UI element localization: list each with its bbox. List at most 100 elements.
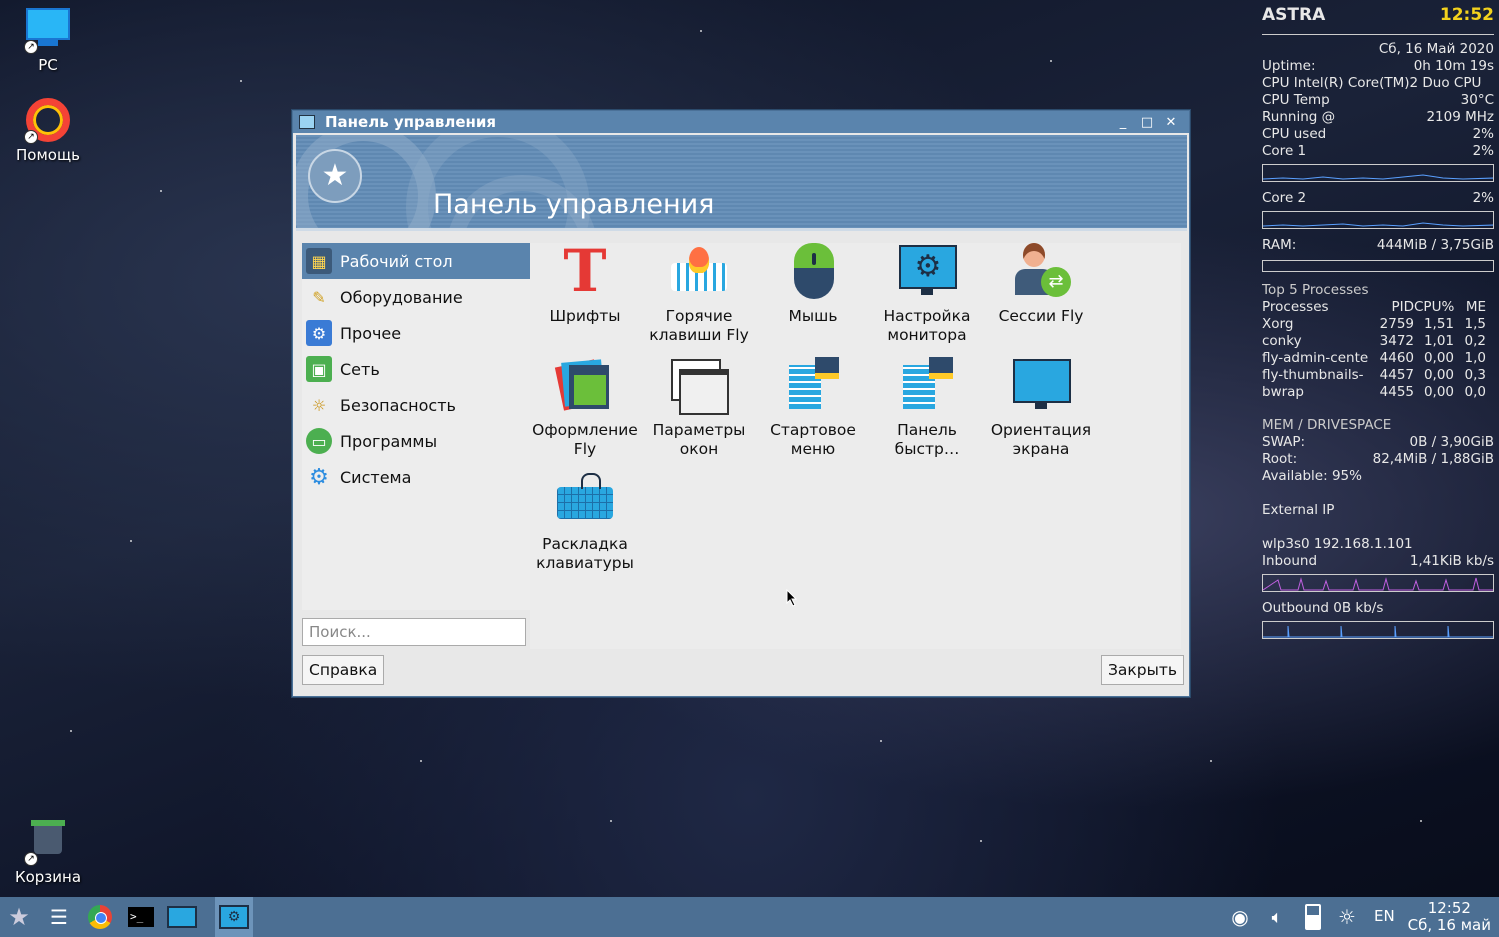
conky-row: Inbound 1,41KiB kb/s — [1262, 553, 1494, 569]
network-status-icon[interactable]: ◉ — [1223, 901, 1257, 933]
applet-label: Горячие клавиши Fly — [649, 307, 749, 344]
control-panel-icon — [299, 115, 315, 129]
applet-label: Сессии Fly — [998, 307, 1084, 325]
sidebar-item-system[interactable]: ⚙ Система — [302, 459, 530, 495]
maximize-icon[interactable]: □ — [1135, 115, 1159, 130]
conky-row: Core 1 2% — [1262, 143, 1494, 159]
conky-row: CPU used 2% — [1262, 126, 1494, 142]
applet-fonts[interactable]: T Шрифты — [529, 242, 641, 326]
file-manager-icon[interactable]: ☰ — [42, 901, 76, 933]
proc-row: Xorg 2759 1,51 1,5 — [1262, 316, 1486, 332]
system-icon: ⚙ — [309, 464, 329, 490]
conky-row: Uptime: 0h 10m 19s — [1262, 58, 1494, 74]
applet-sessions[interactable]: ⇄ Сессии Fly — [985, 243, 1097, 326]
start-menu-star-icon[interactable]: ★ — [2, 901, 36, 933]
conky-row: RAM: 444MiB / 3,75GiB — [1262, 237, 1494, 253]
conky-row: CPU Temp 30°C — [1262, 92, 1494, 108]
applet-label: Раскладка клавиатуры — [536, 535, 634, 572]
conky-row: SWAP: 0B / 3,90GiB — [1262, 434, 1494, 450]
applet-label: Параметры окон — [652, 421, 746, 458]
programs-icon: ▭ — [306, 428, 332, 454]
network-icon: ▣ — [306, 356, 332, 382]
clock-date: Сб, 16 май — [1407, 916, 1491, 934]
category-sidebar: ▦ Рабочий стол ✎ Оборудование ⚙ Прочее ▣ Сет… — [302, 243, 530, 610]
taskbar: ★ ☰ >_ ⚙ ◉ 🔈︎ ☼ EN 12:52 Сб, 16 май — [0, 897, 1499, 937]
volume-icon[interactable]: 🔈︎ — [1260, 901, 1294, 933]
applet-start-menu[interactable]: Стартовое меню — [757, 357, 869, 459]
applet-hotkeys[interactable]: Горячие клавиши Fly — [643, 243, 755, 345]
brightness-icon[interactable]: ☼ — [1330, 901, 1364, 933]
sidebar-item-programs[interactable]: ▭ Программы — [302, 423, 530, 459]
sidebar-item-misc[interactable]: ⚙ Прочее — [302, 315, 530, 351]
core1-graph — [1262, 164, 1494, 182]
conky-date: Сб, 16 Май 2020 — [1378, 41, 1494, 57]
core2-graph — [1262, 211, 1494, 229]
desktop-icon-help[interactable]: ↗ Помощь — [3, 98, 93, 164]
misc-icon: ⚙ — [306, 320, 332, 346]
applet-mouse[interactable]: Мышь — [757, 243, 869, 326]
mouse-icon — [783, 243, 843, 299]
security-icon: ☼ — [311, 395, 327, 415]
conky-section-title: MEM / DRIVESPACE — [1262, 417, 1392, 433]
minimize-icon[interactable]: _ — [1111, 115, 1135, 130]
close-icon[interactable]: ✕ — [1159, 115, 1183, 130]
trash-icon: ↗ — [24, 820, 70, 866]
applet-screen-orientation[interactable]: Ориентация экрана — [985, 357, 1097, 459]
desktop-icon-label: Корзина — [14, 868, 82, 886]
monitor-settings-icon: ⚙ — [897, 243, 957, 299]
star-badge-icon: ★ — [308, 149, 362, 203]
conky-row: Available: 95% — [1262, 468, 1362, 484]
applet-theme[interactable]: Оформление Fly — [529, 357, 641, 459]
conky-iface: wlp3s0 192.168.1.101 — [1262, 536, 1413, 552]
clock-time: 12:52 — [1427, 899, 1471, 917]
conky-time: 12:52 — [1439, 5, 1494, 25]
applet-quick-panel[interactable]: Панель быстр… — [871, 357, 983, 459]
applet-grid: T Шрифты Горячие клавиши Fly Мышь ⚙ Наст… — [529, 242, 1181, 649]
control-panel-task-icon[interactable]: ⚙ — [215, 897, 253, 937]
applet-label: Ориентация экрана — [990, 421, 1092, 458]
hardware-icon: ✎ — [312, 287, 326, 307]
screen-orientation-icon — [1011, 357, 1071, 413]
inbound-graph — [1262, 574, 1494, 592]
monitor-app-icon[interactable] — [165, 901, 199, 933]
ram-bar — [1262, 260, 1494, 272]
sidebar-item-label: Сеть — [340, 359, 380, 379]
keyboard-language[interactable]: EN — [1374, 907, 1395, 925]
sidebar-item-network[interactable]: ▣ Сеть — [302, 351, 530, 387]
help-button[interactable]: Справка — [302, 655, 385, 685]
battery-icon[interactable] — [1296, 901, 1330, 933]
close-button[interactable]: Закрыть — [1101, 655, 1185, 685]
sidebar-item-hardware[interactable]: ✎ Оборудование — [302, 279, 530, 315]
search-input[interactable] — [302, 618, 526, 646]
sidebar-item-label: Система — [340, 467, 412, 487]
taskbar-clock[interactable]: 12:52 Сб, 16 май — [1408, 900, 1491, 934]
sidebar-item-label: Прочее — [340, 323, 402, 343]
applet-label: Мышь — [788, 307, 838, 325]
proc-row: bwrap 4455 0,00 0,0 — [1262, 384, 1486, 400]
sidebar-item-label: Программы — [340, 431, 438, 451]
desktop-icon-pc[interactable]: ↗ PC — [3, 8, 93, 74]
sidebar-item-security[interactable]: ☼ Безопасность — [302, 387, 530, 423]
start-menu-icon — [783, 357, 843, 413]
windows-icon — [669, 357, 729, 415]
proc-header: Processes PID CPU% ME — [1262, 299, 1486, 315]
sidebar-item-desktop[interactable]: ▦ Рабочий стол — [302, 243, 530, 279]
lifebuoy-icon: ↗ — [24, 98, 70, 144]
chrome-browser-icon[interactable] — [83, 901, 117, 933]
conky-row: Running @2109 MHz — [1262, 109, 1494, 125]
proc-row: fly-admin-cente 4460 0,00 1,0 — [1262, 350, 1486, 366]
conky-outbound: Outbound 0B kb/s — [1262, 600, 1384, 616]
window-titlebar[interactable]: Панель управления _ □ ✕ — [293, 111, 1189, 133]
applet-keyboard-layout[interactable]: Раскладка клавиатуры — [529, 471, 641, 573]
applet-window-params[interactable]: Параметры окон — [643, 357, 755, 459]
conky-external-ip: External IP — [1262, 502, 1335, 518]
applet-monitor[interactable]: ⚙ Настройка монитора — [871, 243, 983, 345]
desktop-icon-label: PC — [38, 56, 58, 74]
conky-section-title: Top 5 Processes — [1262, 282, 1369, 298]
applet-label: Настройка монитора — [883, 307, 971, 344]
window-title: Панель управления — [325, 113, 497, 131]
applet-label: Шрифты — [549, 307, 621, 325]
terminal-icon[interactable]: >_ — [124, 901, 158, 933]
desktop-icon-trash[interactable]: ↗ Корзина — [3, 820, 93, 886]
conky-system-monitor: ASTRA 12:52 Сб, 16 Май 2020 Uptime: 0h 10m… — [1262, 4, 1494, 647]
